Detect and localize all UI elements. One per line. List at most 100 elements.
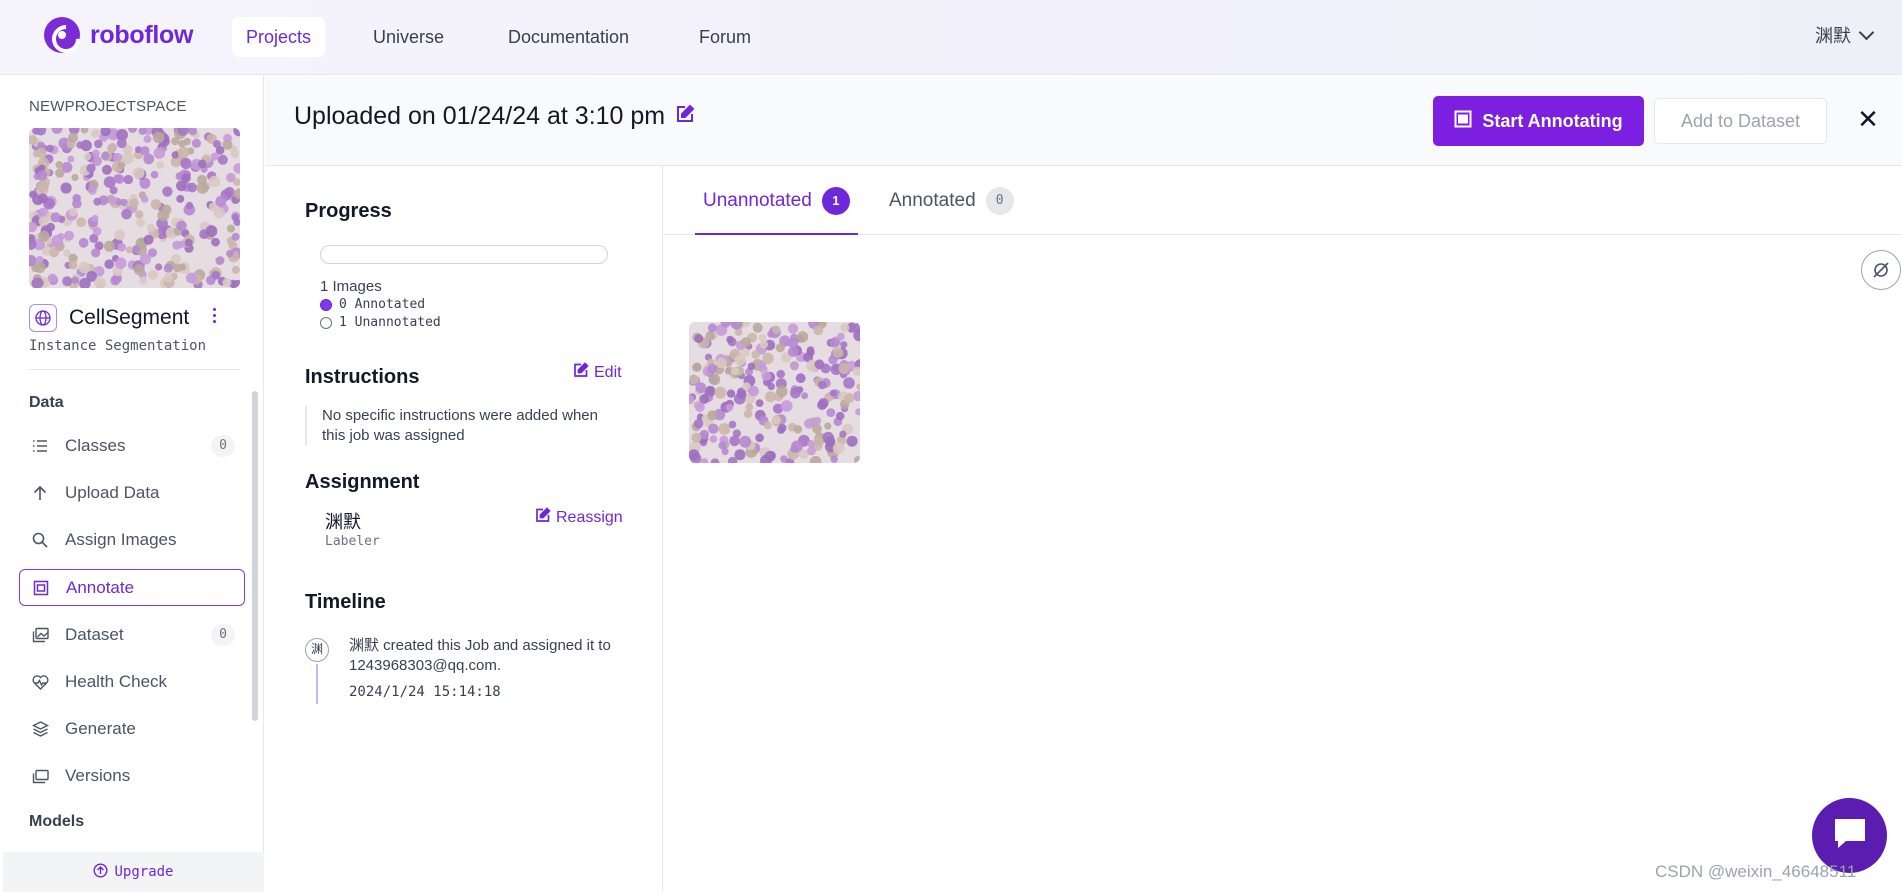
page-title-row: Uploaded on 01/24/24 at 3:10 pm bbox=[294, 102, 695, 131]
start-annotating-label: Start Annotating bbox=[1482, 110, 1623, 131]
images-icon bbox=[31, 626, 49, 644]
assignee-role: Labeler bbox=[325, 534, 380, 549]
classes-count-badge: 0 bbox=[211, 435, 235, 457]
close-icon[interactable]: ✕ bbox=[1853, 104, 1883, 134]
list-icon bbox=[31, 437, 49, 455]
sidebar-item-label: Health Check bbox=[65, 672, 168, 691]
project-title-row: CellSegment bbox=[29, 304, 189, 332]
instructions-text: No specific instructions were added when… bbox=[305, 406, 615, 446]
section-data-title: Data bbox=[29, 394, 64, 411]
project-name: CellSegment bbox=[69, 306, 190, 329]
annotate-icon bbox=[1454, 110, 1472, 133]
sidebar-item-generate[interactable]: Generate bbox=[19, 711, 245, 747]
heart-pulse-icon bbox=[31, 673, 49, 691]
timeline-connector bbox=[316, 664, 318, 704]
page-title: Uploaded on 01/24/24 at 3:10 pm bbox=[294, 102, 666, 130]
edit-icon bbox=[573, 362, 589, 383]
project-options-icon[interactable] bbox=[213, 308, 217, 324]
start-annotating-button[interactable]: Start Annotating bbox=[1433, 96, 1644, 146]
nav-projects[interactable]: Projects bbox=[232, 17, 326, 57]
annotated-dot-icon bbox=[320, 298, 332, 311]
timeline-title: Timeline bbox=[305, 591, 386, 613]
chevron-down-icon bbox=[1858, 24, 1875, 40]
instructions-title: Instructions bbox=[305, 366, 420, 388]
tab-count-badge: 0 bbox=[985, 187, 1014, 215]
timeline-event-text: 渊默 created this Job and assigned it to 1… bbox=[349, 637, 611, 674]
sidebar-item-label: Upload Data bbox=[65, 483, 160, 502]
assignment-title: Assignment bbox=[305, 471, 420, 493]
image-thumbnail-preview bbox=[689, 322, 860, 463]
hide-annotations-icon[interactable] bbox=[1861, 250, 1901, 290]
images-count: 1 Images bbox=[320, 278, 382, 295]
layers-icon bbox=[31, 720, 49, 738]
user-name: 渊默 bbox=[1815, 26, 1851, 46]
tab-annotated[interactable]: Annotated 0 bbox=[881, 187, 1022, 235]
unannotated-count: 1 Unannotated bbox=[339, 315, 441, 330]
user-menu[interactable]: 渊默 bbox=[1815, 22, 1875, 48]
page-header: Uploaded on 01/24/24 at 3:10 pm Start An… bbox=[265, 76, 1902, 166]
unannotated-legend: 1 Unannotated bbox=[320, 315, 441, 330]
annotation-tabs: Unannotated 1 Annotated 0 bbox=[663, 166, 1902, 235]
upgrade-label: Upgrade bbox=[114, 864, 174, 880]
nav-documentation[interactable]: Documentation bbox=[494, 17, 643, 57]
sidebar-item-label: Versions bbox=[65, 766, 131, 785]
avatar: 渊 bbox=[305, 638, 329, 662]
dataset-count-badge: 0 bbox=[211, 624, 235, 646]
sidebar: NEWPROJECTSPACE CellSegment Instance Seg… bbox=[3, 76, 264, 892]
edit-icon bbox=[535, 507, 551, 528]
sidebar-item-dataset[interactable]: Dataset 0 bbox=[19, 617, 245, 653]
top-navbar: roboflow Projects Universe Documentation… bbox=[0, 0, 1902, 75]
unannotated-dot-icon bbox=[320, 316, 332, 329]
sidebar-item-label: Generate bbox=[65, 719, 136, 738]
progress-title: Progress bbox=[305, 200, 392, 222]
watermark-text: CSDN @weixin_46648511 bbox=[1655, 862, 1857, 881]
project-thumbnail[interactable] bbox=[29, 128, 240, 288]
upload-circle-icon bbox=[93, 863, 108, 881]
annotate-icon bbox=[32, 579, 50, 597]
sidebar-item-label: Annotate bbox=[66, 577, 135, 597]
add-to-dataset-button[interactable]: Add to Dataset bbox=[1654, 98, 1827, 144]
job-details-panel: Progress 1 Images 0 Annotated 1 Unannota… bbox=[265, 166, 663, 892]
project-thumbnail-image bbox=[29, 128, 240, 288]
assignee-name: 渊默 bbox=[325, 512, 361, 532]
sidebar-item-label: Dataset bbox=[65, 625, 124, 644]
brand-name: roboflow bbox=[90, 20, 194, 49]
tab-label: Unannotated bbox=[703, 190, 812, 211]
sidebar-item-label: Classes bbox=[65, 436, 126, 455]
reassign-label: Reassign bbox=[556, 508, 623, 526]
tab-unannotated[interactable]: Unannotated 1 bbox=[695, 187, 858, 235]
search-icon bbox=[31, 531, 49, 549]
project-type: Instance Segmentation bbox=[29, 338, 207, 354]
sidebar-item-upload-data[interactable]: Upload Data bbox=[19, 475, 245, 511]
section-models-title: Models bbox=[29, 813, 85, 830]
globe-icon bbox=[29, 304, 57, 332]
tab-count-badge: 1 bbox=[821, 187, 850, 215]
edit-instructions-button[interactable]: Edit bbox=[573, 362, 622, 383]
image-thumbnail[interactable] bbox=[689, 322, 860, 463]
edit-label: Edit bbox=[594, 363, 622, 381]
sidebar-item-health-check[interactable]: Health Check bbox=[19, 664, 245, 700]
divider bbox=[29, 369, 240, 370]
sidebar-scrollbar[interactable] bbox=[252, 391, 258, 721]
sidebar-item-versions[interactable]: Versions bbox=[19, 758, 245, 794]
reassign-button[interactable]: Reassign bbox=[535, 507, 623, 528]
upgrade-button[interactable]: Upgrade bbox=[3, 852, 264, 892]
tab-label: Annotated bbox=[889, 190, 976, 211]
folders-icon bbox=[31, 767, 49, 785]
sidebar-item-annotate[interactable]: Annotate bbox=[19, 569, 245, 606]
sidebar-item-assign-images[interactable]: Assign Images bbox=[19, 522, 245, 558]
annotated-count: 0 Annotated bbox=[339, 297, 426, 312]
roboflow-logo[interactable]: roboflow bbox=[44, 17, 193, 53]
roboflow-logo-icon bbox=[44, 17, 80, 53]
nav-universe[interactable]: Universe bbox=[359, 17, 458, 57]
chat-icon bbox=[1830, 815, 1870, 856]
nav-forum[interactable]: Forum bbox=[685, 17, 765, 57]
annotation-progress-bar bbox=[320, 245, 608, 264]
workspace-name[interactable]: NEWPROJECTSPACE bbox=[29, 98, 187, 115]
timeline-event-time: 2024/1/24 15:14:18 bbox=[349, 684, 501, 700]
sidebar-item-label: Assign Images bbox=[65, 530, 177, 549]
sidebar-item-classes[interactable]: Classes 0 bbox=[19, 428, 245, 464]
annotated-legend: 0 Annotated bbox=[320, 297, 425, 312]
edit-title-icon[interactable] bbox=[675, 102, 695, 131]
arrow-up-icon bbox=[31, 484, 49, 502]
